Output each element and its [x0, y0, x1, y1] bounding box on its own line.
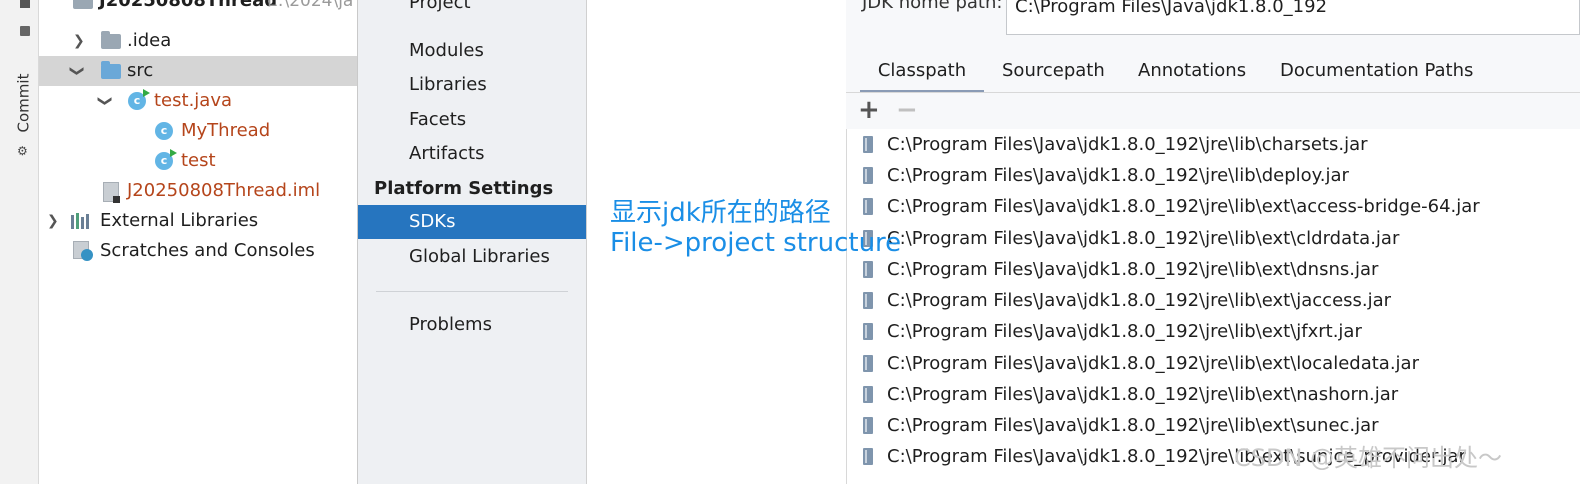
- project-structure-nav: Project Modules Libraries Facets Artifac…: [357, 0, 587, 484]
- project-tree: J20250808Thread E:\2024\ja ❯ .idea ❯ src…: [39, 0, 357, 484]
- commit-tool-button[interactable]: Commit: [8, 70, 38, 140]
- tree-row-test[interactable]: c test: [39, 146, 357, 176]
- tree-project-path: E:\2024\ja: [267, 0, 354, 11]
- list-item[interactable]: C:\Program Files\Java\jdk1.8.0_192\jre\l…: [847, 254, 1580, 285]
- java-runnable-class-icon: c: [155, 149, 177, 170]
- tree-item-label: MyThread: [181, 120, 271, 141]
- classpath-toolbar: + −: [846, 92, 1580, 130]
- source-folder-icon: [101, 61, 121, 79]
- list-item[interactable]: C:\Program Files\Java\jdk1.8.0_192\jre\l…: [847, 348, 1580, 379]
- tree-item-label: .idea: [127, 30, 172, 51]
- nav-item-problems[interactable]: Problems: [358, 308, 586, 342]
- scratches-icon: [73, 241, 95, 261]
- nav-item-label: Facets: [409, 109, 467, 130]
- nav-item-label: Libraries: [409, 74, 487, 95]
- tool-window-strip: Commit ⚙: [0, 0, 39, 484]
- java-class-icon: c: [155, 122, 173, 140]
- tree-row-idea[interactable]: ❯ .idea: [39, 26, 357, 56]
- jar-icon: [863, 167, 873, 184]
- library-icon: [71, 213, 93, 229]
- nav-item-label: Global Libraries: [409, 246, 550, 267]
- nav-item-facets[interactable]: Facets: [358, 103, 586, 137]
- watermark: CSDN @英雄不问出处～: [1234, 444, 1503, 472]
- tab-annotations[interactable]: Annotations: [1138, 54, 1246, 90]
- jar-icon: [863, 261, 873, 278]
- folder-icon: [101, 31, 121, 49]
- nav-item-label: Project: [409, 0, 471, 13]
- tree-row-test-java[interactable]: ❯ c test.java: [39, 86, 357, 116]
- platform-settings-header: Platform Settings: [374, 178, 554, 199]
- commit-label: Commit: [14, 73, 33, 133]
- gear-icon[interactable]: ⚙: [17, 144, 28, 158]
- jdk-home-path-field[interactable]: C:\Program Files\Java\jdk1.8.0_192: [1006, 0, 1580, 35]
- jar-icon: [863, 417, 873, 434]
- nav-item-project[interactable]: Project: [358, 0, 586, 34]
- chevron-right-icon[interactable]: ❯: [73, 26, 85, 56]
- jar-icon: [863, 292, 873, 309]
- list-item[interactable]: C:\Program Files\Java\jdk1.8.0_192\jre\l…: [847, 191, 1580, 222]
- list-item[interactable]: C:\Program Files\Java\jdk1.8.0_192\jre\l…: [847, 410, 1580, 441]
- java-runnable-class-icon: c: [128, 89, 150, 110]
- nav-item-label: Problems: [409, 314, 492, 335]
- tree-item-label: J20250808Thread.iml: [127, 180, 321, 201]
- classpath-list[interactable]: C:\Program Files\Java\jdk1.8.0_192\jre\l…: [846, 129, 1580, 484]
- module-file-icon: [103, 182, 120, 203]
- chevron-down-icon[interactable]: ❯: [90, 95, 120, 107]
- list-item[interactable]: C:\Program Files\Java\jdk1.8.0_192\jre\l…: [847, 160, 1580, 191]
- tree-row-iml[interactable]: J20250808Thread.iml: [39, 176, 357, 206]
- tab-documentation-paths[interactable]: Documentation Paths: [1280, 54, 1473, 90]
- jdk-home-path-value: C:\Program Files\Java\jdk1.8.0_192: [1015, 0, 1328, 17]
- nav-item-libraries[interactable]: Libraries: [358, 68, 586, 102]
- annotation-line-2: File->project structure: [610, 228, 902, 258]
- nav-item-label: Artifacts: [409, 143, 485, 164]
- tree-item-label: test: [181, 150, 216, 171]
- annotation-line-1: 显示jdk所在的路径: [610, 198, 831, 228]
- tree-item-label: src: [127, 60, 154, 81]
- list-item[interactable]: C:\Program Files\Java\jdk1.8.0_192\jre\l…: [847, 379, 1580, 410]
- list-item[interactable]: C:\Program Files\Java\jdk1.8.0_192\jre\l…: [847, 285, 1580, 316]
- nav-item-sdks[interactable]: SDKs: [358, 205, 586, 239]
- tab-classpath[interactable]: Classpath: [860, 54, 984, 93]
- chevron-down-icon[interactable]: ❯: [62, 65, 92, 77]
- tree-row-scratches[interactable]: Scratches and Consoles: [39, 236, 357, 266]
- nav-item-modules[interactable]: Modules: [358, 34, 586, 68]
- sdk-detail-panel: JDK home path: C:\Program Files\Java\jdk…: [846, 0, 1580, 484]
- jar-icon: [863, 198, 873, 215]
- tree-item-label: test.java: [154, 90, 233, 111]
- tree-item-label: Scratches and Consoles: [100, 240, 315, 261]
- list-item[interactable]: C:\Program Files\Java\jdk1.8.0_192\jre\l…: [847, 223, 1580, 254]
- nav-item-label: SDKs: [409, 211, 456, 232]
- jar-icon: [863, 386, 873, 403]
- remove-icon[interactable]: −: [896, 95, 918, 125]
- module-folder-icon: [73, 0, 93, 9]
- jar-icon: [863, 448, 873, 465]
- tree-project-name: J20250808Thread: [99, 0, 278, 11]
- tree-row-src[interactable]: ❯ src: [39, 56, 357, 86]
- list-item[interactable]: C:\Program Files\Java\jdk1.8.0_192\jre\l…: [847, 129, 1580, 160]
- jdk-home-label: JDK home path:: [862, 0, 1003, 13]
- nav-divider: [376, 291, 568, 292]
- jar-icon: [863, 355, 873, 372]
- tree-row-mythread[interactable]: c MyThread: [39, 116, 357, 146]
- jar-icon: [863, 136, 873, 153]
- nav-item-label: Modules: [409, 40, 484, 61]
- project-tool-icon[interactable]: [20, 0, 30, 36]
- add-icon[interactable]: +: [858, 95, 880, 125]
- tree-item-label: External Libraries: [100, 210, 259, 231]
- chevron-right-icon[interactable]: ❯: [47, 206, 59, 236]
- nav-item-global-libraries[interactable]: Global Libraries: [358, 240, 586, 274]
- nav-item-artifacts[interactable]: Artifacts: [358, 137, 586, 171]
- tree-row-project-root[interactable]: J20250808Thread E:\2024\ja: [39, 0, 357, 16]
- list-item[interactable]: C:\Program Files\Java\jdk1.8.0_192\jre\l…: [847, 316, 1580, 347]
- jar-icon: [863, 323, 873, 340]
- tab-sourcepath[interactable]: Sourcepath: [1002, 54, 1105, 90]
- tree-row-external-libraries[interactable]: ❯ External Libraries: [39, 206, 357, 236]
